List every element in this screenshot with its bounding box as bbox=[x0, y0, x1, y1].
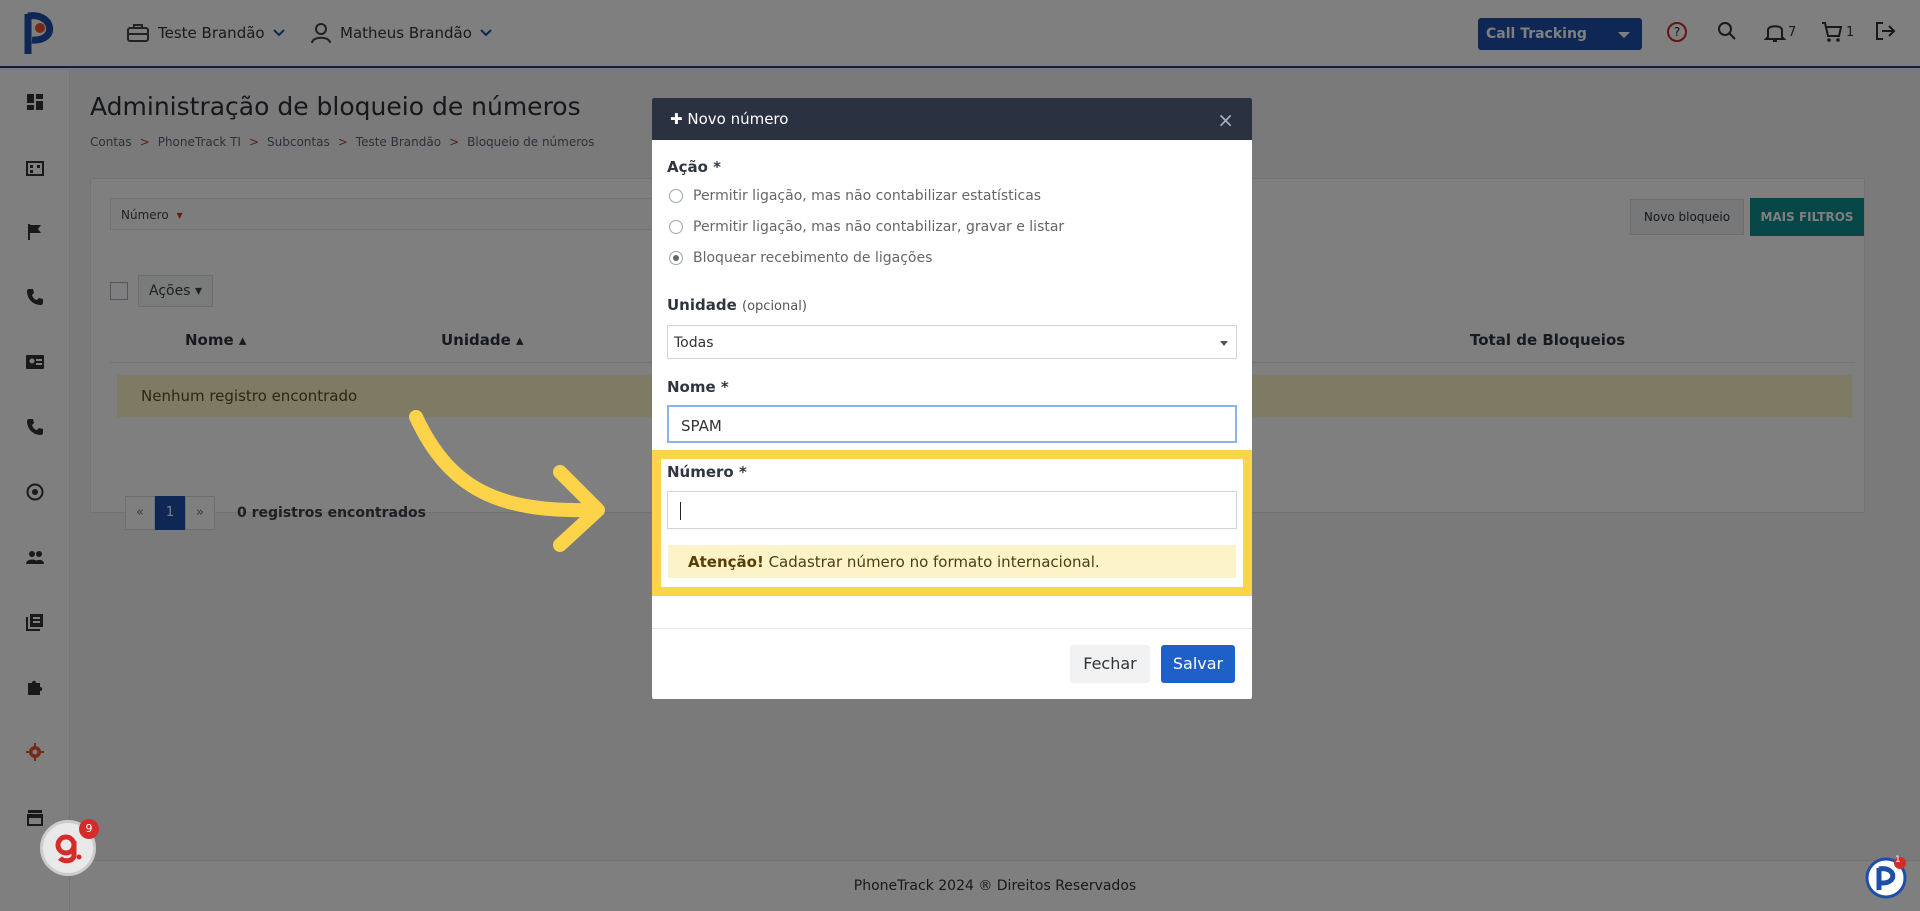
acao-option-3[interactable]: Bloquear recebimento de ligações bbox=[669, 250, 932, 266]
modal-footer-divider bbox=[652, 628, 1252, 629]
guide-widget[interactable]: 9 bbox=[40, 819, 99, 876]
novo-numero-modal: ✚ Novo número × Ação * Permitir ligação,… bbox=[652, 98, 1252, 699]
acao-label: Ação * bbox=[667, 158, 721, 176]
guide-badge: 9 bbox=[79, 819, 99, 839]
nome-input-value: SPAM bbox=[681, 417, 722, 435]
chat-logo-icon bbox=[1865, 857, 1907, 899]
caret-down-icon bbox=[1220, 341, 1228, 346]
radio-button-selected[interactable] bbox=[669, 251, 683, 265]
tutorial-highlight-frame bbox=[652, 450, 1252, 596]
g-logo-icon bbox=[55, 834, 82, 864]
acao-option-2[interactable]: Permitir ligação, mas não contabilizar, … bbox=[669, 219, 1064, 235]
acao-option-label: Bloquear recebimento de ligações bbox=[693, 250, 933, 266]
nome-label: Nome * bbox=[667, 378, 729, 396]
tutorial-arrow-icon bbox=[409, 410, 605, 552]
salvar-button[interactable]: Salvar bbox=[1161, 645, 1235, 683]
fechar-button[interactable]: Fechar bbox=[1070, 645, 1150, 683]
unidade-select-value: Todas bbox=[674, 335, 714, 351]
chat-badge: 1 bbox=[1895, 855, 1901, 865]
radio-button[interactable] bbox=[669, 220, 683, 234]
radio-button[interactable] bbox=[669, 189, 683, 203]
acao-option-label: Permitir ligação, mas não contabilizar e… bbox=[693, 188, 1042, 204]
support-chat-widget[interactable]: 1 bbox=[1864, 855, 1908, 900]
acao-option-1[interactable]: Permitir ligação, mas não contabilizar e… bbox=[669, 188, 1041, 204]
acao-option-label: Permitir ligação, mas não contabilizar, … bbox=[693, 219, 1065, 235]
nome-input[interactable]: SPAM bbox=[667, 405, 1237, 443]
unidade-label: Unidade (opcional) bbox=[667, 296, 807, 314]
unidade-select[interactable]: Todas bbox=[667, 325, 1237, 359]
modal-title: Novo número bbox=[687, 110, 789, 128]
optional-hint: (opcional) bbox=[742, 299, 807, 314]
modal-header: ✚ Novo número × bbox=[652, 98, 1252, 140]
plus-icon: ✚ bbox=[670, 110, 683, 128]
close-icon[interactable]: × bbox=[1217, 108, 1234, 132]
